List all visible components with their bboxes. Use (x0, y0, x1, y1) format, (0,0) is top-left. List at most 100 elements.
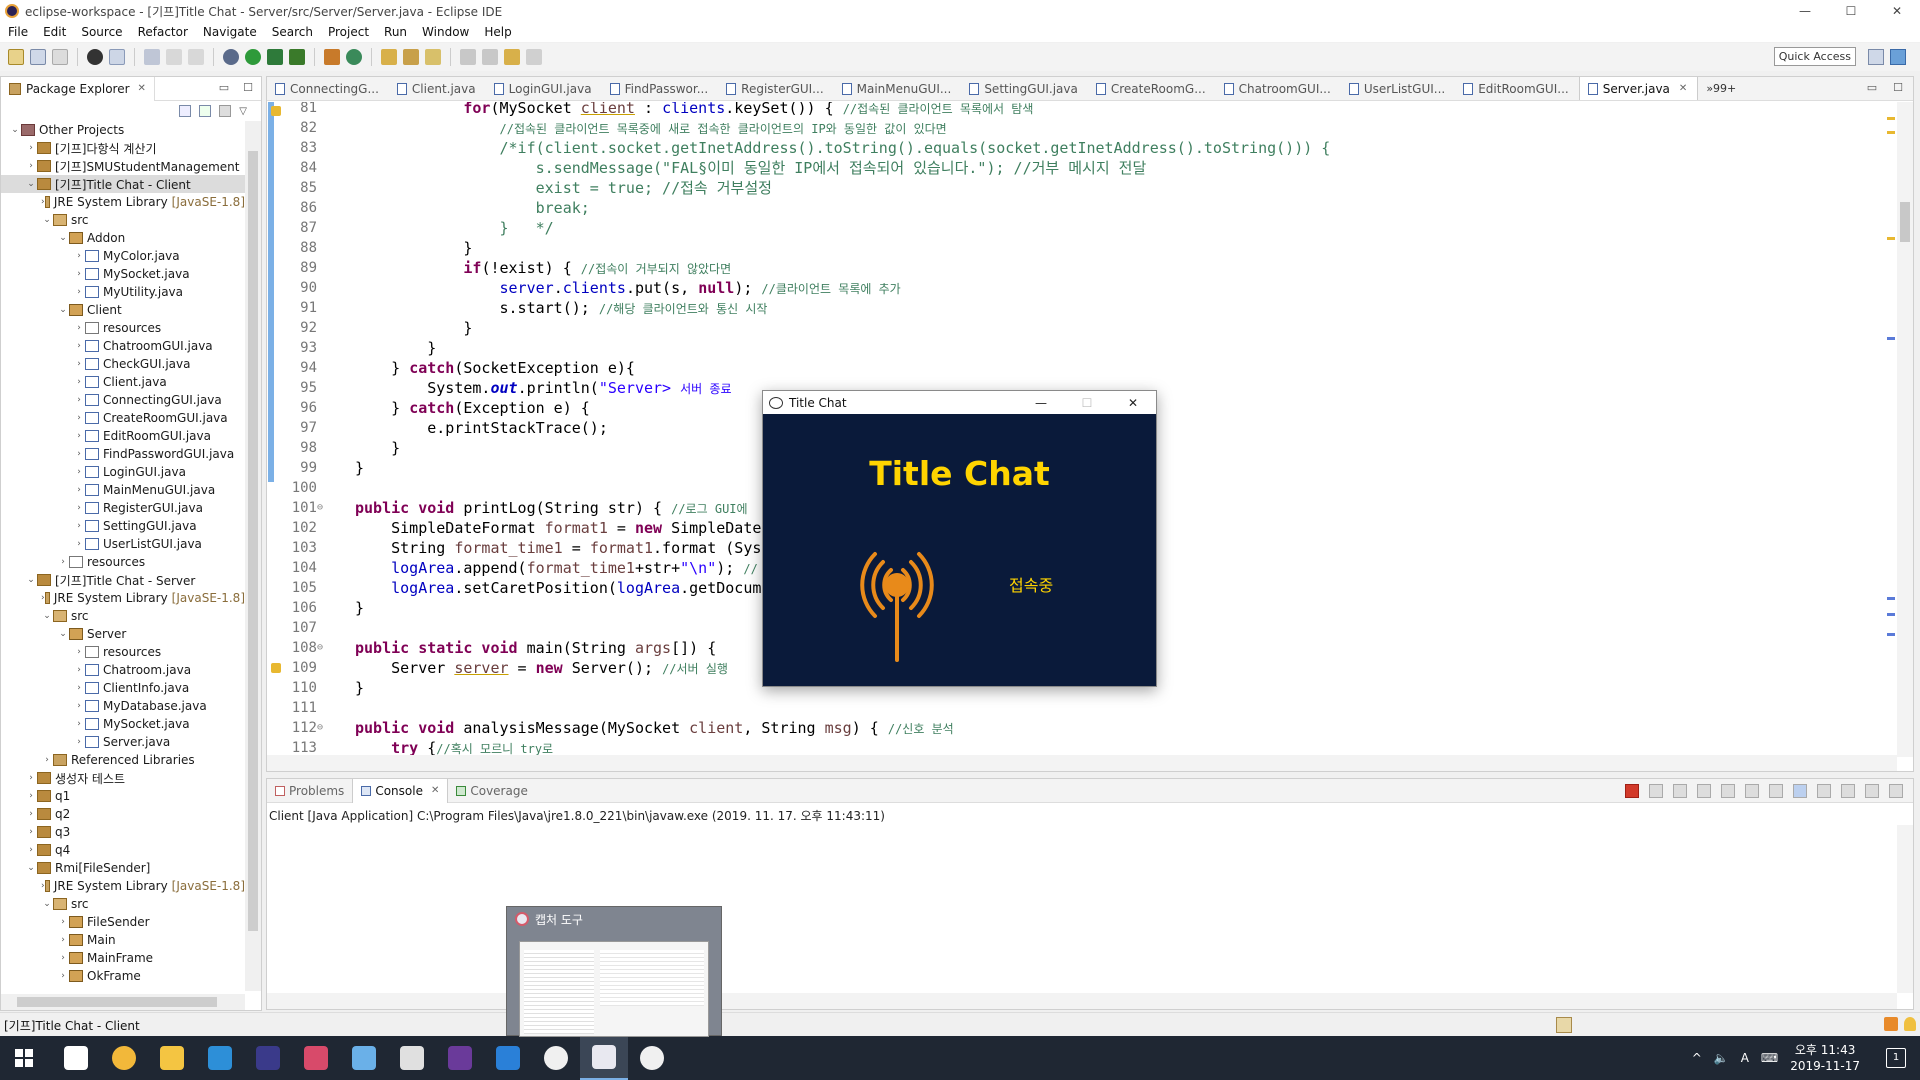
quick-access-field[interactable]: Quick Access (1773, 47, 1856, 66)
menu-navigate[interactable]: Navigate (203, 25, 257, 39)
expanded-chevron-icon[interactable]: ⌄ (41, 611, 53, 621)
tree-item[interactable]: › JRE System Library [JavaSE-1.8] (1, 193, 245, 211)
tree-item[interactable]: › q2 (1, 805, 245, 823)
scrollbar-thumb[interactable] (17, 997, 217, 1007)
tab-problems[interactable]: Problems (267, 779, 352, 803)
collapsed-chevron-icon[interactable]: › (73, 269, 85, 279)
collapsed-chevron-icon[interactable]: › (73, 719, 85, 729)
tree-item[interactable]: › MyColor.java (1, 247, 245, 265)
tree-item[interactable]: ⌄ src (1, 895, 245, 913)
code-line[interactable]: 84 s.sendMessage("FAL§이미 동일한 IP에서 접속되어 있… (267, 158, 1897, 178)
tree-item[interactable]: › q1 (1, 787, 245, 805)
focus-icon[interactable] (219, 105, 232, 117)
tree-item[interactable]: › MySocket.java (1, 715, 245, 733)
collapsed-chevron-icon[interactable]: › (25, 143, 37, 153)
java-perspective-icon[interactable] (1890, 49, 1906, 65)
code-line[interactable]: 86 break; (267, 198, 1897, 218)
tree-item[interactable]: › MyDatabase.java (1, 697, 245, 715)
task-icon[interactable] (1556, 1017, 1572, 1033)
collapsed-chevron-icon[interactable]: › (57, 953, 69, 963)
tree-item[interactable]: › MainMenuGUI.java (1, 481, 245, 499)
collapsed-chevron-icon[interactable]: › (73, 413, 85, 423)
tree-item[interactable]: › Server.java (1, 733, 245, 751)
occurrence-marker[interactable] (1887, 597, 1895, 600)
tree-item[interactable]: › SettingGUI.java (1, 517, 245, 535)
ime-icon[interactable]: ⌨ (1761, 1051, 1778, 1065)
code-line[interactable]: 112 ⊖ public void analysisMessage(MySocket… (267, 718, 1897, 738)
minimize-view-icon[interactable]: ▭ (219, 81, 229, 94)
display-console-icon[interactable] (1817, 784, 1831, 798)
collapsed-chevron-icon[interactable]: › (73, 359, 85, 369)
run-icon[interactable] (245, 49, 261, 65)
show-whitespace-icon[interactable] (188, 49, 204, 65)
editor-horizontal-scrollbar[interactable] (267, 755, 1897, 771)
expanded-chevron-icon[interactable]: ⌄ (25, 863, 37, 873)
collapsed-chevron-icon[interactable]: › (73, 521, 85, 531)
maximize-view-icon[interactable] (1889, 784, 1903, 798)
collapsed-chevron-icon[interactable]: › (73, 539, 85, 549)
warning-icon[interactable] (271, 106, 281, 116)
tree-item[interactable]: › MainFrame (1, 949, 245, 967)
link-editor-icon[interactable] (199, 105, 212, 117)
collapsed-chevron-icon[interactable]: › (73, 377, 85, 387)
scroll-lock-icon[interactable] (1697, 784, 1711, 798)
code-line[interactable]: 81 for(MySocket client : clients.keySet(… (267, 102, 1897, 118)
tree-item[interactable]: › MySocket.java (1, 265, 245, 283)
thumbnail-image[interactable] (519, 941, 709, 1037)
taskbar-app-button[interactable] (52, 1036, 100, 1080)
menu-source[interactable]: Source (81, 25, 122, 39)
minimize-view-icon[interactable] (1865, 784, 1879, 798)
taskbar-app-button[interactable] (340, 1036, 388, 1080)
more-tabs-button[interactable]: »99+ (1698, 77, 1746, 100)
tree-item[interactable]: › FindPasswordGUI.java (1, 445, 245, 463)
tree-item[interactable]: › RegisterGUI.java (1, 499, 245, 517)
occurrence-marker[interactable] (1887, 337, 1895, 340)
volume-icon[interactable]: 🔈 (1714, 1051, 1729, 1065)
rss-icon[interactable] (1884, 1017, 1898, 1031)
tree-item[interactable]: › UserListGUI.java (1, 535, 245, 553)
editor-tab[interactable]: MainMenuGUI... (834, 77, 962, 100)
collapsed-chevron-icon[interactable]: › (25, 845, 37, 855)
new-java-project-icon[interactable] (324, 49, 340, 65)
code-line[interactable]: 88 } (267, 238, 1897, 258)
taskbar-app-button[interactable] (148, 1036, 196, 1080)
open-console-icon[interactable] (1841, 784, 1855, 798)
code-line[interactable]: 82 //접속된 클라이언트 목록중에 새로 접속한 클라이언트의 IP와 동일… (267, 118, 1897, 138)
occurrence-marker[interactable] (1887, 633, 1895, 636)
system-clock[interactable]: 오후 11:43 2019-11-17 (1790, 1042, 1860, 1074)
collapsed-chevron-icon[interactable]: › (73, 647, 85, 657)
taskbar-app-button[interactable] (484, 1036, 532, 1080)
taskbar-app-button[interactable] (196, 1036, 244, 1080)
warning-marker[interactable] (1887, 131, 1895, 134)
warning-marker[interactable] (1887, 117, 1895, 120)
code-line[interactable]: 87 } */ (267, 218, 1897, 238)
menu-window[interactable]: Window (422, 25, 469, 39)
close-icon[interactable]: ✕ (431, 785, 439, 796)
editor-tab[interactable]: Server.java ✕ (1578, 77, 1699, 100)
collapsed-chevron-icon[interactable]: › (25, 161, 37, 171)
tree-item[interactable]: ⌄ Rmi[FileSender] (1, 859, 245, 877)
collapsed-chevron-icon[interactable]: › (73, 395, 85, 405)
new-class-icon[interactable] (346, 49, 362, 65)
collapsed-chevron-icon[interactable]: › (73, 737, 85, 747)
collapsed-chevron-icon[interactable]: › (73, 449, 85, 459)
start-button[interactable] (0, 1036, 48, 1080)
prev-annotation-icon[interactable] (482, 49, 498, 65)
open-task-icon[interactable] (403, 49, 419, 65)
editor-tab[interactable]: ConnectingG... (267, 77, 389, 100)
tree-item[interactable]: › [기프]다항식 계산기 (1, 139, 245, 157)
collapsed-chevron-icon[interactable]: › (73, 287, 85, 297)
notification-center-icon[interactable]: 1 (1886, 1048, 1906, 1068)
editor-tab[interactable]: ChatroomGUI... (1216, 77, 1341, 100)
taskbar-app-button[interactable] (532, 1036, 580, 1080)
coverage-icon[interactable] (87, 49, 103, 65)
tree-item[interactable]: › OkFrame (1, 967, 245, 985)
tree-item[interactable]: › 생성자 테스트 (1, 769, 245, 787)
tree-item[interactable]: › q3 (1, 823, 245, 841)
menu-help[interactable]: Help (484, 25, 511, 39)
tree-item[interactable]: › ConnectingGUI.java (1, 391, 245, 409)
view-menu-icon[interactable]: ▽ (239, 106, 247, 117)
menu-project[interactable]: Project (328, 25, 369, 39)
tree-item[interactable]: › MyUtility.java (1, 283, 245, 301)
collapsed-chevron-icon[interactable]: › (25, 827, 37, 837)
